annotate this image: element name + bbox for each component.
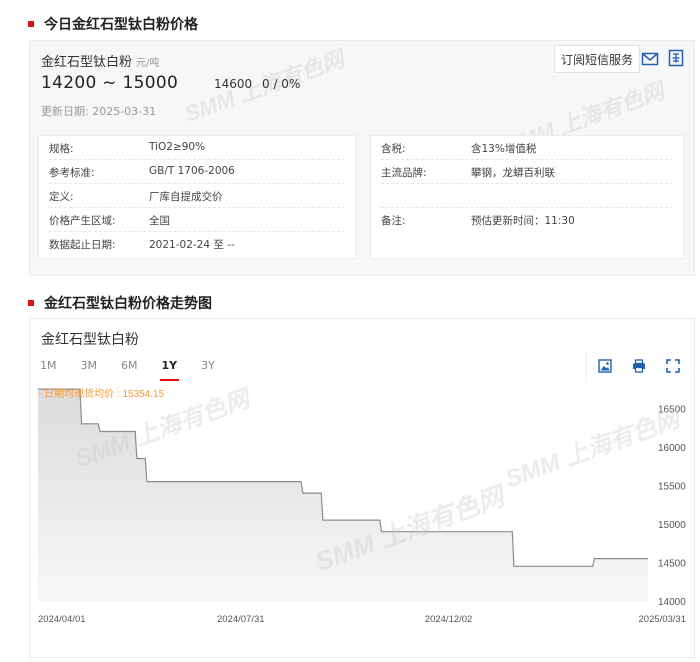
y-tick-label: 15500 (658, 481, 686, 492)
chart-card: 金红石型钛白粉 1M 3M 6M 1Y 3Y - 日期均现货均价 : 15354… (29, 318, 695, 658)
price-trend-chart[interactable]: - 日期均现货均价 : 15354.15 14000 14500 15000 15500… (30, 381, 694, 657)
price-card: SMM 上海有色网 SMM 上海有色网 金红石型钛白粉 元/吨 14200 ~ 1… (29, 40, 695, 276)
info-value: 2021-02-24 至 -- (149, 239, 235, 251)
y-tick-label: 14000 (658, 597, 686, 608)
info-row: 含税: 含13%增值税 (381, 136, 673, 160)
spec-info-right: 含税: 含13%增值税 主流品牌: 攀钢，龙蟒百利联 备注: 预估更新时间：11… (370, 135, 684, 259)
section-title-today-price: 今日金红石型钛白粉价格 (28, 14, 198, 34)
mail-icon[interactable] (641, 51, 659, 67)
info-key: 数据起止日期: (49, 239, 116, 251)
print-icon[interactable] (632, 359, 646, 373)
range-tab-1y[interactable]: 1Y (159, 359, 179, 381)
range-tab-3m[interactable]: 3M (81, 359, 98, 377)
update-date: 更新日期: 2025-03-31 (41, 103, 156, 119)
y-tick-label: 15000 (658, 520, 686, 531)
info-value: 全国 (149, 215, 170, 227)
red-square-marker (28, 300, 34, 306)
info-row: 价格产生区域: 全国 (49, 208, 345, 232)
info-key: 参考标准: (49, 167, 95, 179)
x-tick-label: 2024/04/01 (38, 614, 86, 625)
info-key: 主流品牌: (381, 167, 427, 179)
info-value: GB/T 1706-2006 (149, 165, 235, 177)
price-unit: 元/吨 (136, 58, 160, 69)
price-range: 14200 ~ 15000 (41, 73, 179, 93)
info-row: 数据起止日期: 2021-02-24 至 -- (49, 232, 345, 256)
section-title-price-trend: 金红石型钛白粉价格走势图 (28, 293, 212, 313)
info-row: 备注: 预估更新时间：11:30 (381, 208, 673, 232)
info-value: 厂库自提成交价 (149, 191, 223, 203)
x-tick-label: 2025/03/31 (638, 614, 686, 625)
range-tabs: 1M 3M 6M 1Y 3Y (40, 359, 239, 381)
toolbar-divider (586, 351, 587, 381)
red-square-marker (28, 21, 34, 27)
document-icon[interactable] (667, 49, 685, 67)
info-row (381, 184, 673, 208)
update-label: 更新日期: (41, 105, 89, 118)
info-row: 主流品牌: 攀钢，龙蟒百利联 (381, 160, 673, 184)
x-tick-label: 2024/12/02 (425, 614, 473, 625)
info-value: 攀钢，龙蟒百利联 (471, 167, 555, 179)
product-name: 金红石型钛白粉 元/吨 (41, 51, 159, 70)
x-tick-label: 2024/07/31 (217, 614, 265, 625)
average-price-label: - 日期均现货均价 : 15354.15 (38, 387, 165, 400)
price-change: 0 / 0% (262, 77, 301, 91)
image-download-icon[interactable] (598, 359, 612, 373)
range-tab-3y[interactable]: 3Y (201, 359, 215, 377)
info-key: 定义: (49, 191, 74, 203)
info-key: 备注: (381, 215, 406, 227)
info-value: 含13%增值税 (471, 143, 537, 155)
spec-info-left: 规格: TiO2≥90% 参考标准: GB/T 1706-2006 定义: 厂库… (38, 135, 356, 259)
subscribe-sms-button[interactable]: 订阅短信服务 (554, 45, 641, 73)
section-title-text: 金红石型钛白粉价格走势图 (44, 296, 212, 312)
range-tab-6m[interactable]: 6M (121, 359, 138, 377)
y-tick-label: 16500 (658, 404, 686, 415)
info-row: 规格: TiO2≥90% (49, 136, 345, 160)
y-tick-label: 16000 (658, 443, 686, 454)
chart-title: 金红石型钛白粉 (41, 332, 139, 348)
series-area (38, 389, 648, 601)
info-row: 参考标准: GB/T 1706-2006 (49, 160, 345, 184)
info-row: 定义: 厂库自提成交价 (49, 184, 345, 208)
info-value: 预估更新时间：11:30 (471, 215, 575, 227)
info-value: TiO2≥90% (149, 141, 206, 153)
product-name-text: 金红石型钛白粉 (41, 55, 133, 70)
info-key: 价格产生区域: (49, 215, 116, 227)
update-date-value: 2025-03-31 (92, 105, 157, 118)
range-tab-1m[interactable]: 1M (40, 359, 57, 377)
fullscreen-icon[interactable] (666, 359, 680, 373)
y-tick-label: 14500 (658, 558, 686, 569)
info-key: 含税: (381, 143, 406, 155)
section-title-text: 今日金红石型钛白粉价格 (44, 17, 198, 33)
price-average: 14600 (214, 77, 253, 91)
info-key: 规格: (49, 143, 74, 155)
